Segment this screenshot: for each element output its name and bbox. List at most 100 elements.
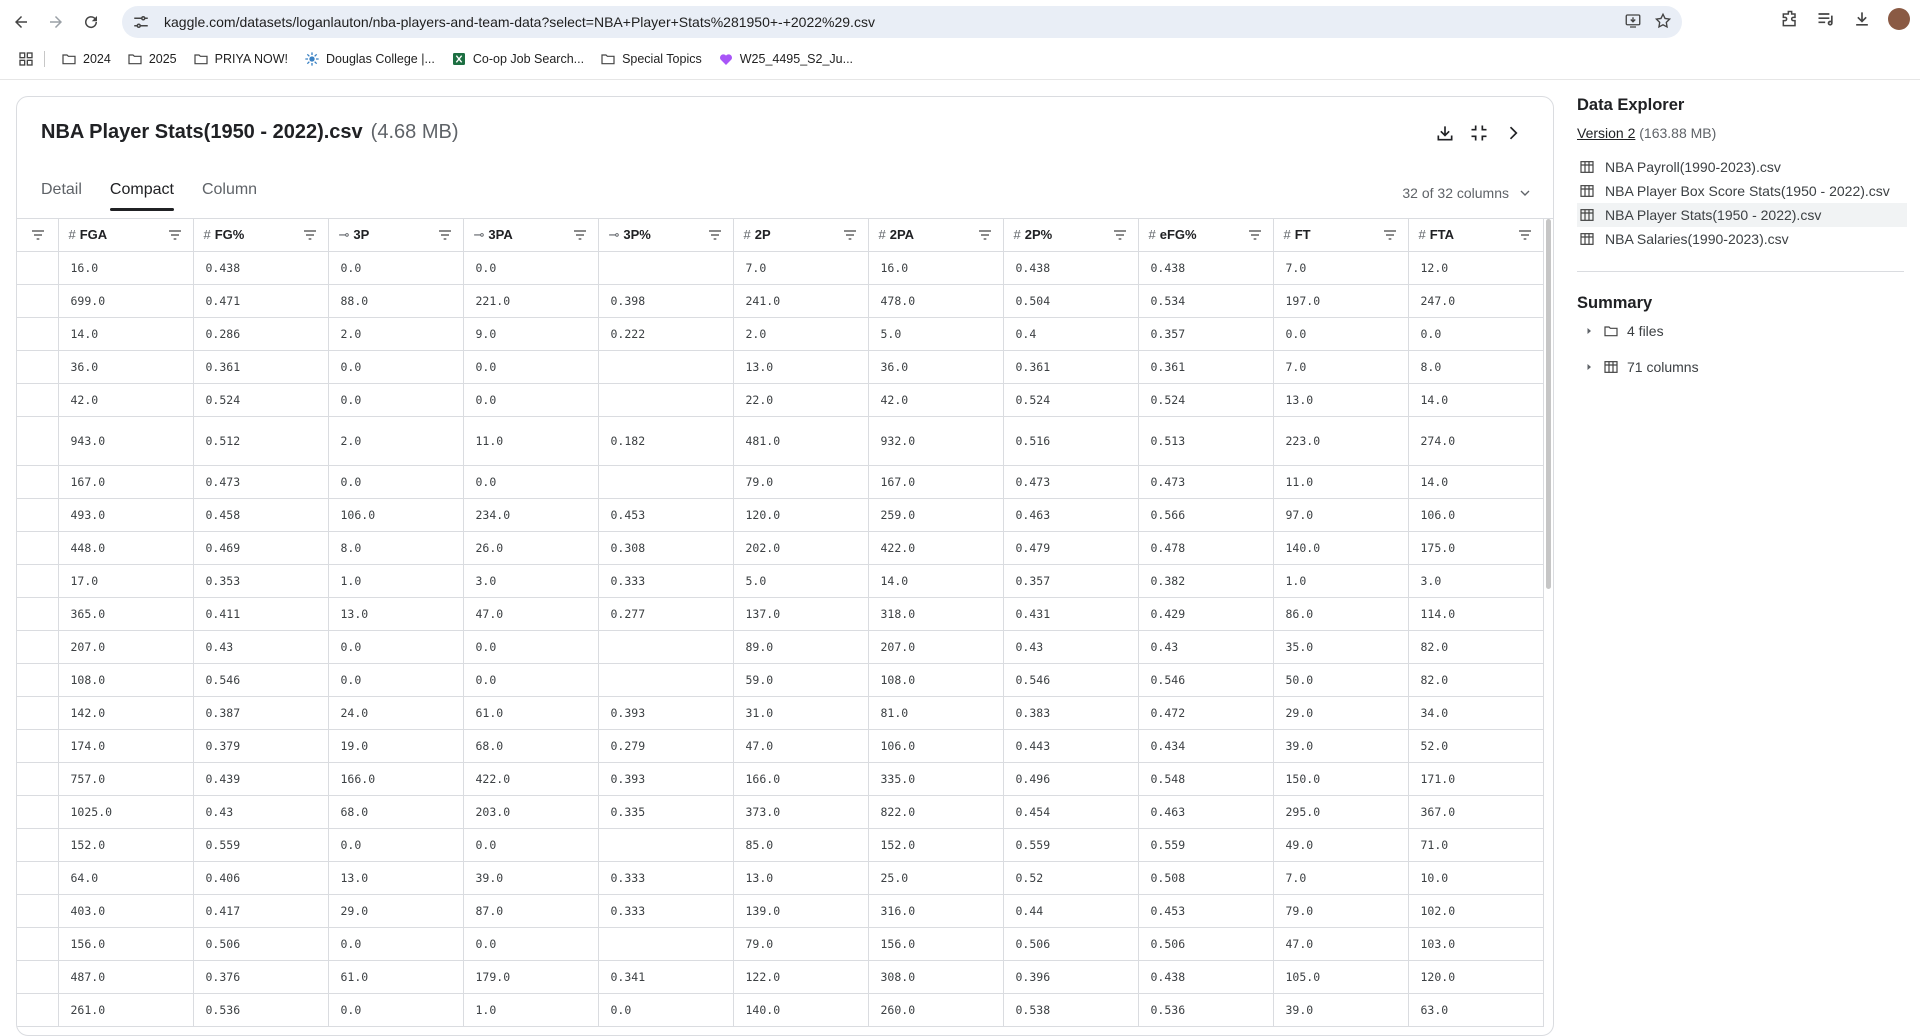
sort-icon[interactable]	[167, 227, 183, 243]
column-header-fga[interactable]: # FGA	[58, 219, 194, 252]
table-cell: 207.0	[58, 630, 194, 664]
column-header-2pa[interactable]: #2PA	[868, 219, 1004, 252]
column-type-icon: #	[1283, 227, 1291, 243]
sort-icon[interactable]	[572, 227, 588, 243]
table-cell: 29.0	[328, 894, 464, 928]
bookmark-douglas-college[interactable]: Douglas College |...	[304, 51, 435, 67]
caret-right-icon[interactable]	[1583, 361, 1595, 373]
columns-selector[interactable]: 32 of 32 columns	[1402, 185, 1533, 201]
table-cell	[598, 663, 734, 697]
table-row[interactable]: 174.0 0.379 19.0 68.0 0.279 47.0 106.0 0.443 0.4…	[17, 729, 1544, 763]
table-row[interactable]: 207.0 0.43 0.0 0.0 89.0 207.0 0.43 0.43 35.0 82.0	[17, 630, 1544, 664]
table-row[interactable]: 64.0 0.406 13.0 39.0 0.333 13.0 25.0 0.52 0.508 7…	[17, 861, 1544, 895]
sort-icon[interactable]	[437, 227, 453, 243]
table-row[interactable]: 448.0 0.469 8.0 26.0 0.308 202.0 422.0 0.479 0.4…	[17, 531, 1544, 565]
table-scrollbar[interactable]	[1546, 219, 1551, 589]
column-header-fta[interactable]: # FTA	[1408, 219, 1544, 252]
bookmark-w25-4495[interactable]: W25_4495_S2_Ju...	[718, 51, 853, 67]
download-icon[interactable]	[1852, 9, 1872, 29]
sort-icon[interactable]	[707, 227, 723, 243]
bookmark-coop-job-search[interactable]: Co-op Job Search...	[451, 51, 584, 67]
site-info-icon[interactable]	[132, 13, 150, 31]
bookmark-star-icon[interactable]	[1654, 12, 1672, 30]
explorer-file-item[interactable]: NBA Player Box Score Stats(1950 - 2022).…	[1577, 179, 1907, 203]
tab-detail[interactable]: Detail	[41, 181, 82, 211]
summary-columns[interactable]: 71 columns	[1577, 349, 1907, 385]
sort-icon[interactable]	[302, 227, 318, 243]
sort-icon[interactable]	[1517, 227, 1533, 243]
table-cell: 0.0	[328, 828, 464, 862]
install-app-icon[interactable]	[1624, 12, 1642, 30]
table-cell: 156.0	[58, 927, 194, 961]
table-row[interactable]: 152.0 0.559 0.0 0.0 85.0 152.0 0.559 0.559 49.0 7…	[17, 828, 1544, 862]
table-row[interactable]: 36.0 0.361 0.0 0.0 13.0 36.0 0.361 0.361 7.0 8.0	[17, 350, 1544, 384]
download-file-icon[interactable]	[1435, 123, 1455, 143]
table-row[interactable]: 943.0 0.512 2.0 11.0 0.182 481.0 932.0 0.516 0.5…	[17, 416, 1544, 466]
url-text[interactable]: kaggle.com/datasets/loganlauton/nba-play…	[164, 14, 875, 30]
sort-icon[interactable]	[1112, 227, 1128, 243]
profile-avatar[interactable]	[1888, 8, 1910, 30]
column-header-3p-pct[interactable]: ⊸ 3P%	[598, 219, 734, 252]
table-row[interactable]: 403.0 0.417 29.0 87.0 0.333 139.0 316.0 0.44 0.4…	[17, 894, 1544, 928]
table-cell: 0.4	[1003, 317, 1139, 351]
bookmark-2024[interactable]: 2024	[61, 51, 111, 67]
table-row[interactable]: 1025.0 0.43 68.0 203.0 0.335 373.0 822.0 0.454 0…	[17, 795, 1544, 829]
table-cell: 0.393	[598, 762, 734, 796]
explorer-file-item[interactable]: NBA Salaries(1990-2023).csv	[1577, 227, 1907, 251]
column-header-2p-pct[interactable]: #2P%	[1003, 219, 1139, 252]
summary-files[interactable]: 4 files	[1577, 313, 1907, 349]
table-cell: 0.438	[1138, 960, 1274, 994]
apps-grid-icon[interactable]	[18, 51, 34, 67]
table-row[interactable]: 156.0 0.506 0.0 0.0 79.0 156.0 0.506 0.506 47.0 1…	[17, 927, 1544, 961]
table-row[interactable]: 17.0 0.353 1.0 3.0 0.333 5.0 14.0 0.357 0.382 1.0…	[17, 564, 1544, 598]
table-cell: 0.286	[193, 317, 329, 351]
column-header-3p[interactable]: ⊸ 3P	[328, 219, 464, 252]
column-header-2p[interactable]: #2P	[733, 219, 869, 252]
sort-icon[interactable]	[1247, 227, 1263, 243]
tab-compact[interactable]: Compact	[109, 181, 174, 211]
chevron-right-icon[interactable]	[1503, 123, 1523, 143]
media-control-icon[interactable]	[1816, 9, 1836, 29]
row-index-header[interactable]	[17, 219, 59, 252]
back-button[interactable]	[7, 8, 35, 36]
data-table-container[interactable]: # FGA # FG% ⊸ 3P ⊸ 3PA ⊸ 3P% #2P #2PA #2P% # eFG% # FT # F…	[17, 218, 1553, 1035]
extensions-icon[interactable]	[1780, 9, 1800, 29]
table-cell: 197.0	[1273, 284, 1409, 318]
column-type-icon: #	[1418, 227, 1426, 243]
sort-icon[interactable]	[842, 227, 858, 243]
fullscreen-icon[interactable]	[1469, 123, 1489, 143]
explorer-file-item[interactable]: NBA Player Stats(1950 - 2022).csv	[1577, 203, 1907, 227]
caret-right-icon[interactable]	[1583, 325, 1595, 337]
sort-icon[interactable]	[977, 227, 993, 243]
table-row[interactable]: 16.0 0.438 0.0 0.0 7.0 16.0 0.438 0.438 7.0 12.0	[17, 251, 1544, 285]
explorer-file-item[interactable]: NBA Payroll(1990-2023).csv	[1577, 155, 1907, 179]
forward-button[interactable]	[42, 8, 70, 36]
address-bar[interactable]: kaggle.com/datasets/loganlauton/nba-play…	[122, 6, 1682, 38]
column-header-3pa[interactable]: ⊸ 3PA	[463, 219, 599, 252]
column-header-ft[interactable]: # FT	[1273, 219, 1409, 252]
table-cell: 7.0	[1273, 861, 1409, 895]
table-cell: 166.0	[733, 762, 869, 796]
table-row[interactable]: 365.0 0.411 13.0 47.0 0.277 137.0 318.0 0.431 0.…	[17, 597, 1544, 631]
table-row[interactable]: 493.0 0.458 106.0 234.0 0.453 120.0 259.0 0.463…	[17, 498, 1544, 532]
table-row[interactable]: 261.0 0.536 0.0 1.0 0.0 140.0 260.0 0.538 0.536 3…	[17, 993, 1544, 1027]
sort-icon[interactable]	[30, 227, 46, 243]
bookmark-special-topics[interactable]: Special Topics	[600, 51, 702, 67]
column-header-efg-pct[interactable]: # eFG%	[1138, 219, 1274, 252]
table-row[interactable]: 14.0 0.286 2.0 9.0 0.222 2.0 5.0 0.4 0.357 0.0 0.0	[17, 317, 1544, 351]
bookmark-2025[interactable]: 2025	[127, 51, 177, 67]
column-header-fg-pct[interactable]: # FG%	[193, 219, 329, 252]
table-row[interactable]: 142.0 0.387 24.0 61.0 0.393 31.0 81.0 0.383 0.47…	[17, 696, 1544, 730]
table-row[interactable]: 167.0 0.473 0.0 0.0 79.0 167.0 0.473 0.473 11.0 1…	[17, 465, 1544, 499]
table-row[interactable]: 757.0 0.439 166.0 422.0 0.393 166.0 335.0 0.496…	[17, 762, 1544, 796]
table-row[interactable]: 42.0 0.524 0.0 0.0 22.0 42.0 0.524 0.524 13.0 14.…	[17, 383, 1544, 417]
column-header-label: # FTA	[1419, 227, 1455, 242]
table-row[interactable]: 699.0 0.471 88.0 221.0 0.398 241.0 478.0 0.504 0…	[17, 284, 1544, 318]
reload-button[interactable]	[77, 8, 105, 36]
tab-column[interactable]: Column	[202, 181, 257, 211]
sort-icon[interactable]	[1382, 227, 1398, 243]
table-row[interactable]: 487.0 0.376 61.0 179.0 0.341 122.0 308.0 0.396 0…	[17, 960, 1544, 994]
table-row[interactable]: 108.0 0.546 0.0 0.0 59.0 108.0 0.546 0.546 50.0 8…	[17, 663, 1544, 697]
bookmark-priya-now[interactable]: PRIYA NOW!	[193, 51, 288, 67]
version-link[interactable]: Version 2	[1577, 125, 1635, 141]
